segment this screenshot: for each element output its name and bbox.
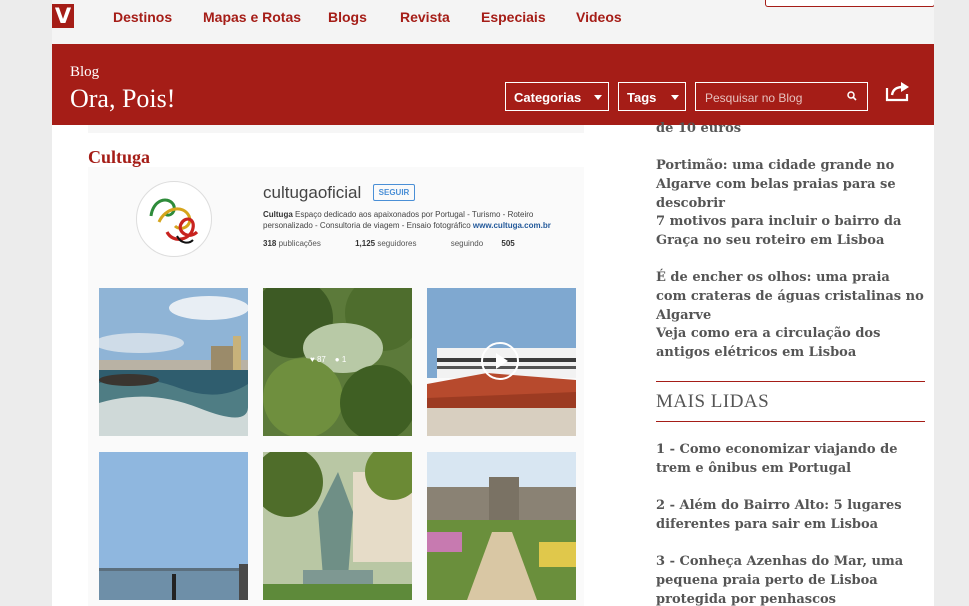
likes-count: ♥ 87 bbox=[310, 355, 326, 364]
blog-title[interactable]: Ora, Pois! bbox=[70, 84, 175, 114]
followers-stat[interactable]: 1,125 seguidores bbox=[355, 239, 432, 248]
followers-label: seguidores bbox=[375, 239, 417, 248]
search-input[interactable] bbox=[696, 83, 847, 112]
tags-dropdown[interactable]: Tags bbox=[618, 82, 686, 111]
play-video-icon[interactable] bbox=[481, 342, 519, 380]
followers-count: 1,125 bbox=[355, 239, 376, 248]
recent-post-link[interactable]: 7 motivos para incluir o bairro da Graça… bbox=[656, 212, 924, 250]
chevron-down-icon bbox=[671, 95, 679, 100]
posts-stat: 318 publicações bbox=[263, 239, 337, 248]
photo-image bbox=[99, 452, 248, 600]
follow-button[interactable]: SEGUIR bbox=[373, 184, 415, 201]
nav-blogs[interactable]: Blogs bbox=[328, 9, 367, 25]
nav-videos[interactable]: Videos bbox=[576, 9, 622, 25]
following-count: 505 bbox=[501, 239, 515, 248]
recent-post-link[interactable]: Veja como era a circulação dos antigos e… bbox=[656, 324, 924, 362]
categories-label: Categorias bbox=[514, 90, 582, 105]
photo-garden-trees[interactable]: ♥ 87 ● 1 bbox=[263, 288, 412, 436]
posts-count: 318 bbox=[263, 239, 277, 248]
bio-name: Cultuga bbox=[263, 210, 293, 219]
most-read-link[interactable]: 3 - Conheça Azenhas do Mar, uma pequena … bbox=[656, 552, 924, 606]
blog-kicker: Blog bbox=[70, 64, 100, 80]
photo-river-view[interactable] bbox=[99, 452, 248, 600]
cultuga-logo-icon bbox=[149, 198, 199, 244]
photo-lighthouse-coast[interactable] bbox=[99, 288, 248, 436]
page: V Destinos Mapas e Rotas Blogs Revista E… bbox=[52, 0, 934, 606]
photo-cruise-ship-video[interactable] bbox=[427, 288, 576, 436]
page-gutter bbox=[934, 0, 969, 606]
top-search-box[interactable] bbox=[765, 0, 934, 7]
categories-dropdown[interactable]: Categorias bbox=[505, 82, 609, 111]
most-read-link[interactable]: 1 - Como economizar viajando de trem e ô… bbox=[656, 440, 924, 478]
nav-especiais[interactable]: Especiais bbox=[481, 9, 546, 25]
divider bbox=[656, 421, 925, 422]
recent-post-link[interactable]: É de encher os olhos: uma praia com crat… bbox=[656, 268, 924, 325]
top-navigation: V Destinos Mapas e Rotas Blogs Revista E… bbox=[52, 0, 934, 44]
most-read-heading: MAIS LIDAS bbox=[656, 391, 770, 412]
photo-engagement: ♥ 87 ● 1 bbox=[310, 355, 346, 364]
photo-image bbox=[263, 452, 412, 600]
profile-bio: Cultuga Espaço dedicado aos apaixonados … bbox=[263, 209, 583, 231]
comments-count: ● 1 bbox=[334, 355, 347, 364]
nav-mapas-rotas[interactable]: Mapas e Rotas bbox=[203, 9, 301, 25]
nav-revista[interactable]: Revista bbox=[400, 9, 450, 25]
profile-stats: 318 publicações 1,125 seguidores seguind… bbox=[263, 239, 531, 248]
photo-image bbox=[99, 288, 248, 436]
previous-card-edge bbox=[88, 125, 584, 133]
instagram-username[interactable]: cultugaoficial bbox=[263, 183, 361, 203]
following-label: seguindo bbox=[450, 239, 486, 248]
tags-label: Tags bbox=[627, 90, 657, 105]
section-title[interactable]: Cultuga bbox=[88, 147, 150, 168]
recent-post-partial[interactable]: de 10 euros bbox=[656, 119, 924, 138]
posts-label: publicações bbox=[276, 239, 321, 248]
nav-destinos[interactable]: Destinos bbox=[113, 9, 172, 25]
divider bbox=[656, 381, 925, 382]
photo-image bbox=[427, 452, 576, 600]
search-icon[interactable] bbox=[847, 91, 857, 101]
blog-header: Blog Ora, Pois! Categorias Tags bbox=[52, 44, 934, 125]
following-stat[interactable]: seguindo 505 bbox=[451, 239, 515, 248]
instagram-widget: cultugaoficial SEGUIR Cultuga Espaço ded… bbox=[88, 167, 584, 606]
photo-statue-square[interactable] bbox=[263, 452, 412, 600]
bio-link[interactable]: www.cultuga.com.br bbox=[473, 221, 551, 230]
profile-avatar[interactable] bbox=[136, 181, 212, 257]
photo-castle-garden[interactable] bbox=[427, 452, 576, 600]
share-icon[interactable] bbox=[885, 80, 911, 102]
chevron-down-icon bbox=[594, 95, 602, 100]
site-logo[interactable]: V bbox=[52, 4, 74, 28]
recent-post-link[interactable]: Portimão: uma cidade grande no Algarve c… bbox=[656, 156, 924, 213]
most-read-link[interactable]: 2 - Além do Bairro Alto: 5 lugares difer… bbox=[656, 496, 924, 534]
blog-search bbox=[695, 82, 868, 112]
